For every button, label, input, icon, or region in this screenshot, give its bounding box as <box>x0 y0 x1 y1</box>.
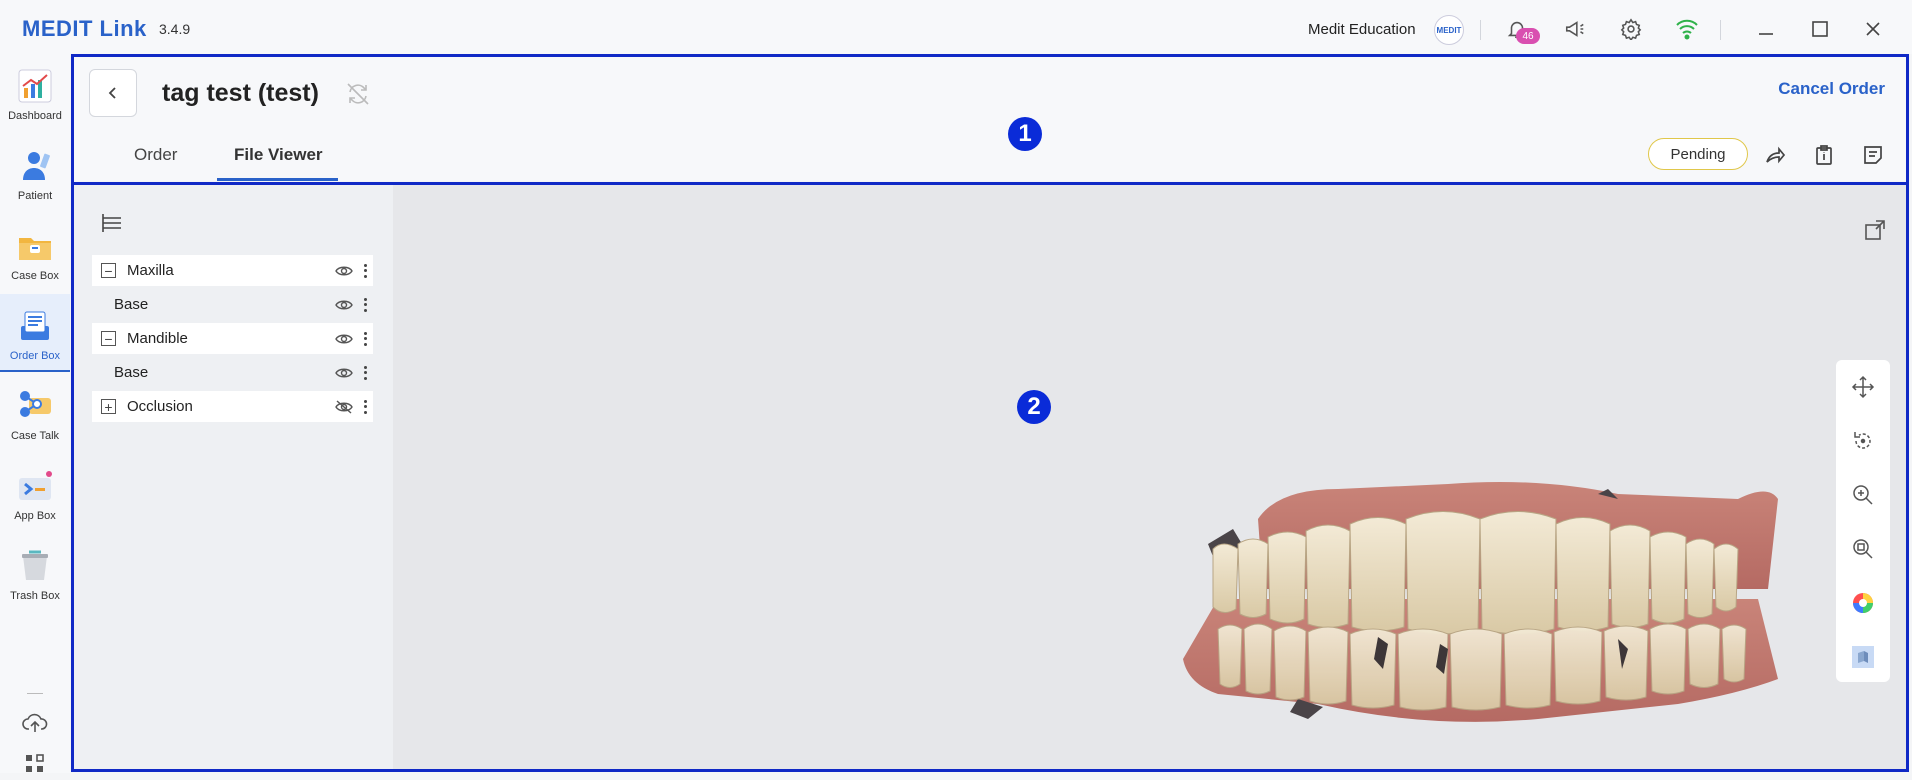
chevron-left-icon <box>108 87 116 99</box>
more-options-icon[interactable] <box>363 365 367 380</box>
settings-gear-icon[interactable] <box>1616 14 1646 44</box>
case-box-icon <box>19 238 51 260</box>
more-options-icon[interactable] <box>363 263 367 278</box>
user-name[interactable]: Medit Education <box>1308 21 1416 38</box>
trash-box-icon <box>22 550 48 580</box>
eye-icon[interactable] <box>335 298 353 312</box>
tree-row-maxilla-base[interactable]: Base <box>92 289 373 320</box>
nav-item-case-talk[interactable]: Case Talk <box>0 374 70 452</box>
patient-icon <box>23 152 50 180</box>
nav-item-case-box[interactable]: Case Box <box>0 214 70 292</box>
grid-menu-icon[interactable] <box>24 753 46 775</box>
page-title: tag test (test) <box>162 79 319 107</box>
eye-icon[interactable] <box>335 264 353 278</box>
tree-row-maxilla[interactable]: − Maxilla <box>92 255 373 286</box>
cloud-upload-icon[interactable] <box>21 708 49 736</box>
file-viewer: − Maxilla Base − Mandible Base + Occlusi… <box>73 184 1909 770</box>
annotation-marker-2: 2 <box>1017 390 1051 424</box>
tab-file-viewer[interactable]: File Viewer <box>234 145 323 165</box>
order-box-icon <box>21 311 49 340</box>
nav-label: Order Box <box>9 350 61 362</box>
nav-label: Trash Box <box>10 590 60 602</box>
color-palette-icon[interactable] <box>1849 589 1877 617</box>
minimize-icon[interactable] <box>1751 14 1781 44</box>
maximize-icon[interactable] <box>1805 14 1835 44</box>
viewer-toolbar <box>1836 360 1890 682</box>
tree-row-mandible-base[interactable]: Base <box>92 357 373 388</box>
tree-row-occlusion[interactable]: + Occlusion <box>92 391 373 422</box>
nav-label: Patient <box>17 190 53 202</box>
nav-item-app-box[interactable]: App Box <box>0 454 70 532</box>
texture-toggle-icon[interactable] <box>1849 643 1877 671</box>
nav-item-trash-box[interactable]: Trash Box <box>0 534 70 612</box>
share-icon[interactable] <box>1761 141 1789 169</box>
model-tree-panel: − Maxilla Base − Mandible Base + Occlusi… <box>73 184 393 770</box>
tree-row-label: Base <box>114 296 149 313</box>
status-badge: Pending <box>1648 138 1748 170</box>
close-icon[interactable] <box>1858 14 1888 44</box>
note-icon[interactable] <box>1859 141 1887 169</box>
3d-viewport[interactable] <box>393 184 1909 770</box>
nav-label: Case Box <box>11 270 59 282</box>
order-header: tag test (test) Cancel Order Order File … <box>73 57 1909 181</box>
nav-label: Dashboard <box>8 110 62 122</box>
title-bar: MEDIT Link 3.4.9 Medit Education MEDIT 4… <box>0 0 1912 54</box>
tree-view-toggle-icon[interactable] <box>99 210 125 236</box>
megaphone-icon[interactable] <box>1560 14 1590 44</box>
nav-item-dashboard[interactable]: Dashboard <box>0 54 70 132</box>
app-version: 3.4.9 <box>159 21 191 37</box>
active-tab-indicator <box>217 178 338 181</box>
annotation-marker-1: 1 <box>1008 117 1042 151</box>
tree-row-label: Maxilla <box>127 262 174 279</box>
sync-disabled-icon[interactable] <box>345 81 371 107</box>
nav-item-order-box[interactable]: Order Box <box>0 294 70 372</box>
notification-count-badge: 46 <box>1516 28 1540 44</box>
avatar[interactable]: MEDIT <box>1434 15 1464 45</box>
tree-row-mandible[interactable]: − Mandible <box>92 323 373 354</box>
left-navigation: Dashboard Patient Case Box Order Box Cas… <box>0 54 70 773</box>
dental-scan-model[interactable] <box>1178 469 1788 739</box>
eye-icon[interactable] <box>335 366 353 380</box>
clipboard-info-icon[interactable] <box>1810 141 1838 169</box>
eye-hidden-icon[interactable] <box>335 399 353 414</box>
case-talk-icon <box>20 391 51 417</box>
tree-row-label: Occlusion <box>127 398 193 415</box>
more-options-icon[interactable] <box>363 331 367 346</box>
more-options-icon[interactable] <box>363 297 367 312</box>
zoom-fit-icon[interactable] <box>1849 535 1877 563</box>
nav-item-patient[interactable]: Patient <box>0 134 70 212</box>
collapse-toggle[interactable]: − <box>101 331 116 346</box>
nav-label: Case Talk <box>10 430 60 442</box>
app-brand: MEDIT Link <box>22 16 147 41</box>
rotate-icon[interactable] <box>1849 427 1877 455</box>
cancel-order-button[interactable]: Cancel Order <box>1778 79 1885 99</box>
wifi-icon <box>1672 14 1702 44</box>
tab-order[interactable]: Order <box>134 145 177 165</box>
eye-icon[interactable] <box>335 332 353 346</box>
dashboard-icon <box>18 69 52 103</box>
expand-viewer-icon[interactable] <box>1863 218 1887 242</box>
pan-move-icon[interactable] <box>1849 373 1877 401</box>
divider <box>1480 20 1481 40</box>
divider <box>27 693 43 694</box>
app-box-icon <box>19 471 52 500</box>
more-options-icon[interactable] <box>363 399 367 414</box>
expand-toggle[interactable]: + <box>101 399 116 414</box>
nav-label: App Box <box>14 510 56 522</box>
collapse-toggle[interactable]: − <box>101 263 116 278</box>
zoom-in-icon[interactable] <box>1849 481 1877 509</box>
tree-row-label: Base <box>114 364 149 381</box>
back-button[interactable] <box>89 69 137 117</box>
tree-row-label: Mandible <box>127 330 188 347</box>
divider <box>1720 20 1721 40</box>
